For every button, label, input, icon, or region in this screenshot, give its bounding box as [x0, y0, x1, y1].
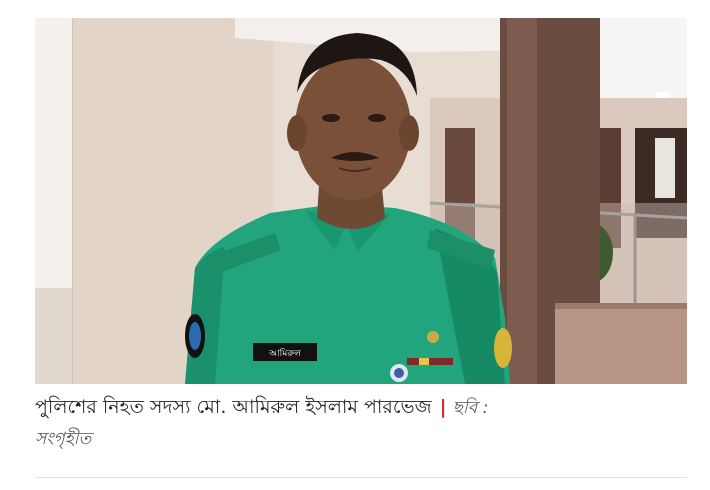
photo-credit-value: সংগৃহীত [35, 429, 92, 449]
name-tag-text: আমিরুল [268, 348, 301, 359]
caption-separator: | [439, 396, 447, 418]
photo-illustration: আমিরুল [35, 18, 687, 384]
article-photo[interactable]: আমিরুল [35, 18, 687, 384]
photo-caption: পুলিশের নিহত সদস্য মো. আমিরুল ইসলাম পারভ… [35, 392, 685, 454]
caption-text: পুলিশের নিহত সদস্য মো. আমিরুল ইসলাম পারভ… [35, 396, 432, 418]
caption-divider [35, 477, 687, 478]
photo-credit-label: ছবি : [452, 398, 489, 418]
